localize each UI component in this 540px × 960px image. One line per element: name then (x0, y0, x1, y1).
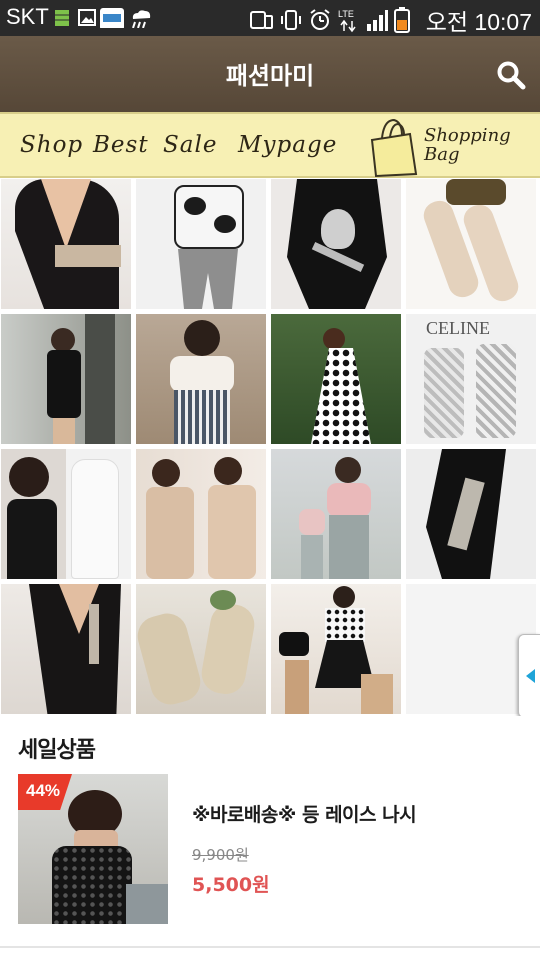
product-tile[interactable] (271, 584, 401, 714)
search-icon[interactable] (496, 60, 526, 90)
product-tile[interactable] (136, 449, 266, 579)
battery-icon (393, 7, 410, 33)
status-bar: SKT LTE 오전 10:07 (0, 0, 540, 36)
category-nav: Shop Best Sale Mypage Shopping Bag (0, 112, 540, 178)
product-grid: CELINE (0, 178, 540, 718)
carrier-label: SKT (6, 4, 49, 29)
product-tile[interactable] (271, 314, 401, 444)
sale-section: 세일상품 44% ※바로배송※ 등 레이스 나시 9,900원 5,500원 (0, 716, 540, 948)
product-tile[interactable] (1, 584, 131, 714)
weather-rain-icon (132, 10, 151, 28)
app-header: 패션마미 (0, 36, 540, 112)
sale-price: 5,500원 (192, 874, 270, 896)
empty-tile (406, 584, 536, 714)
product-tile[interactable] (136, 584, 266, 714)
sale-product-card[interactable]: 44% ※바로배송※ 등 레이스 나시 9,900원 5,500원 (18, 774, 522, 924)
sale-product-name[interactable]: ※바로배송※ 등 레이스 나시 (192, 800, 417, 827)
shopping-bag-button[interactable]: Shopping Bag (362, 116, 538, 178)
vibrate-icon (280, 10, 301, 30)
nav-best[interactable]: Best (93, 132, 149, 158)
sale-heading: 세일상품 (18, 738, 96, 763)
shop-title: 패션마미 (225, 62, 315, 90)
product-tile[interactable] (136, 179, 266, 309)
nav-mypage[interactable]: Mypage (238, 132, 337, 158)
original-price: 9,900원 (192, 846, 249, 864)
caret-left-icon (526, 669, 535, 683)
nav-shop[interactable]: Shop (20, 132, 83, 158)
network-type-label: LTE (338, 9, 354, 19)
nav-sale[interactable]: Sale (163, 132, 217, 158)
gallery-icon (78, 9, 96, 26)
storage-icon (55, 10, 69, 26)
product-tile[interactable] (1, 314, 131, 444)
signal-strength-icon (366, 10, 388, 31)
shopping-bag-icon (370, 118, 418, 178)
product-tile[interactable] (406, 449, 536, 579)
product-tile[interactable] (271, 449, 401, 579)
clock: 오전 10:07 (425, 9, 532, 35)
side-panel-toggle[interactable] (518, 634, 540, 718)
screen-mirror-icon (249, 11, 273, 29)
app-notification-icon (100, 8, 124, 28)
product-tile[interactable] (271, 179, 401, 309)
alarm-icon (310, 9, 330, 30)
product-tile[interactable] (1, 179, 131, 309)
bag-label-line1: Shopping (424, 125, 511, 146)
product-tile[interactable]: CELINE (406, 314, 536, 444)
bag-label-line2: Bag (424, 144, 460, 165)
product-tile[interactable] (1, 449, 131, 579)
product-tile[interactable] (406, 179, 536, 309)
product-tile[interactable] (136, 314, 266, 444)
shopping-bag-label: Shopping Bag (424, 126, 511, 164)
status-icons: LTE 오전 10:07 (249, 3, 532, 37)
lte-icon: LTE (338, 9, 356, 33)
